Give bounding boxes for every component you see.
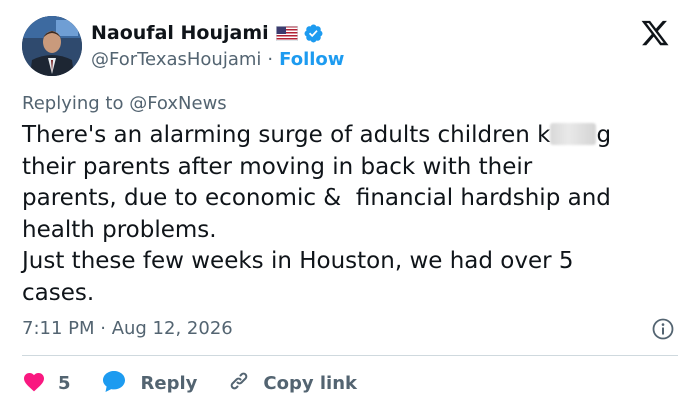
author-block: Naoufal Houjami @ForTexasHoujami · Follo… xyxy=(91,20,344,70)
like-button[interactable]: 5 xyxy=(22,370,71,396)
verified-badge-icon xyxy=(303,23,324,44)
x-logo-icon[interactable] xyxy=(640,18,670,48)
author-handle[interactable]: @ForTexasHoujami xyxy=(91,49,261,70)
avatar[interactable] xyxy=(22,16,82,76)
tweet-header: Naoufal Houjami @ForTexasHoujami · Follo… xyxy=(22,16,678,78)
tweet-line-2: their parents after moving in back with … xyxy=(22,153,533,180)
divider xyxy=(22,355,678,356)
tweet-line-6: cases. xyxy=(22,279,95,306)
tweet-line-5: Just these few weeks in Houston, we had … xyxy=(22,248,574,274)
tweet-line-4: health problems. xyxy=(22,216,217,243)
tweet-line-3: parents, due to economic & financial har… xyxy=(22,185,611,211)
info-icon[interactable] xyxy=(652,318,674,340)
copy-link-button[interactable]: Copy link xyxy=(227,369,357,397)
tweet-timestamp[interactable]: 7:11 PM · Aug 12, 2026 xyxy=(22,318,233,339)
action-bar: 5 Reply Copy link xyxy=(22,368,357,398)
link-icon xyxy=(227,369,251,397)
display-name[interactable]: Naoufal Houjami xyxy=(91,22,269,44)
replying-prefix: Replying to xyxy=(22,93,124,114)
tweet-line-1-start: There's an alarming surge of adults chil… xyxy=(22,122,551,148)
reply-button[interactable]: Reply xyxy=(101,369,198,397)
separator-dot: · xyxy=(267,49,274,70)
tweet-text: There's an alarming surge of adults chil… xyxy=(22,120,682,309)
tweet-line-1-end: g xyxy=(596,122,612,148)
heart-icon xyxy=(22,370,46,396)
replying-mention[interactable]: @FoxNews xyxy=(129,93,226,114)
reply-bubble-icon xyxy=(101,369,127,397)
reply-label: Reply xyxy=(140,372,198,394)
tweet-line: There's an alarming surge of adults chil… xyxy=(22,120,682,152)
us-flag-icon xyxy=(275,25,298,41)
redacted-word xyxy=(550,123,597,145)
follow-button[interactable]: Follow xyxy=(279,49,344,70)
replying-to: Replying to @FoxNews xyxy=(22,93,227,114)
like-count: 5 xyxy=(58,372,71,394)
copy-link-label: Copy link xyxy=(263,372,357,394)
